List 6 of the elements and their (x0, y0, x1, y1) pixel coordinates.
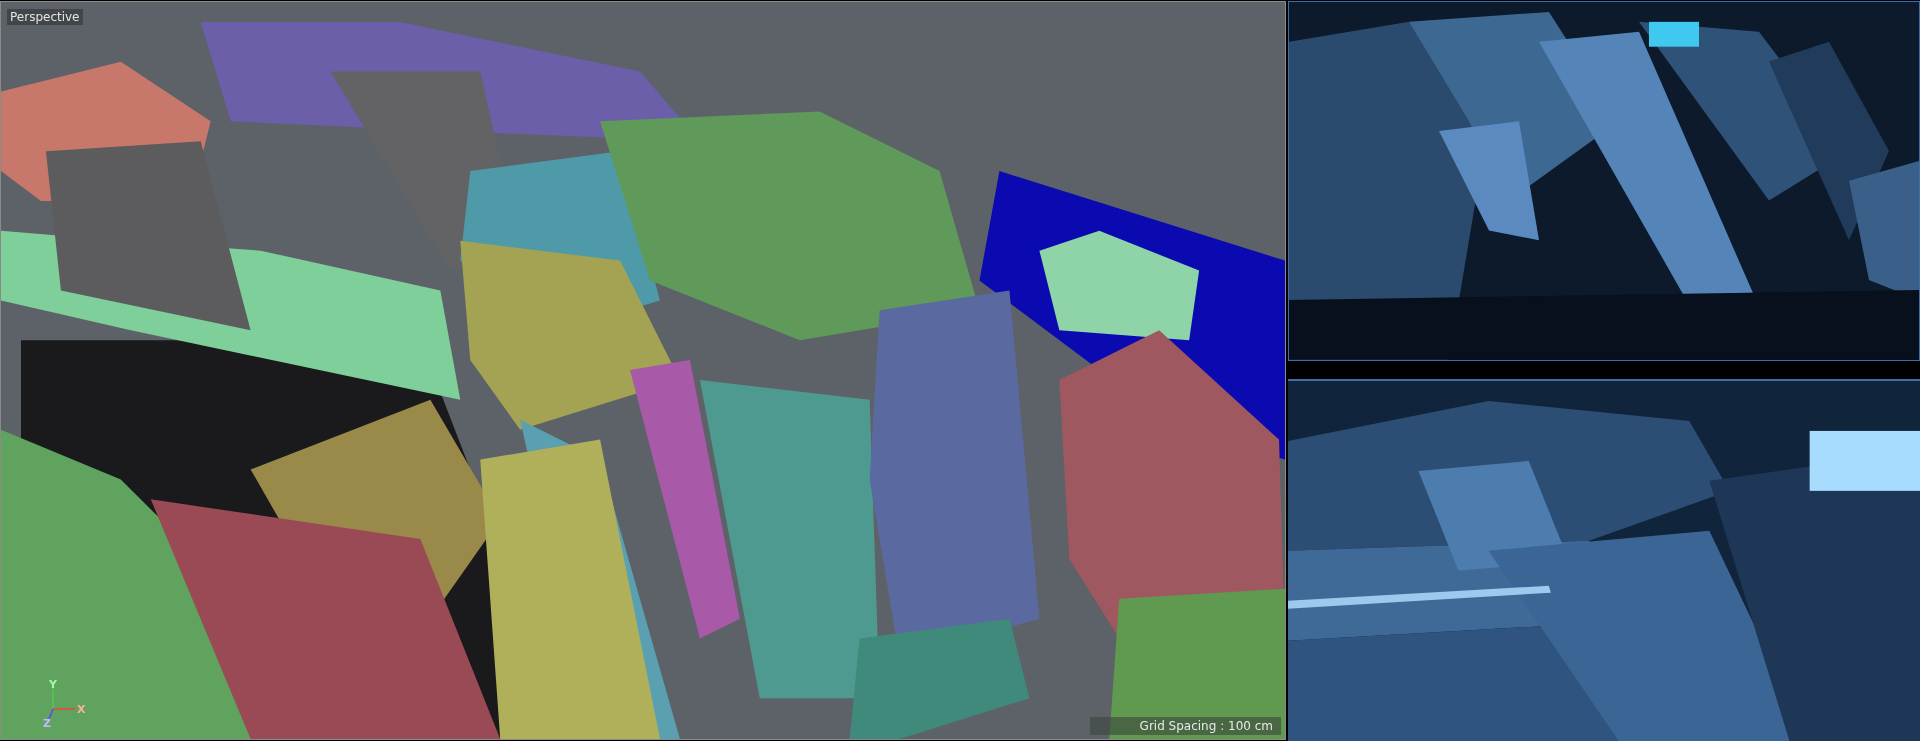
viewport-title: Perspective (7, 9, 83, 25)
axis-label: Z (43, 717, 51, 729)
grid-spacing-label: Grid Spacing : 100 cm (1089, 717, 1281, 735)
axis-label: X (77, 703, 86, 716)
axis-label: Y (49, 679, 57, 691)
axis-gizmo-icon (48, 688, 76, 720)
